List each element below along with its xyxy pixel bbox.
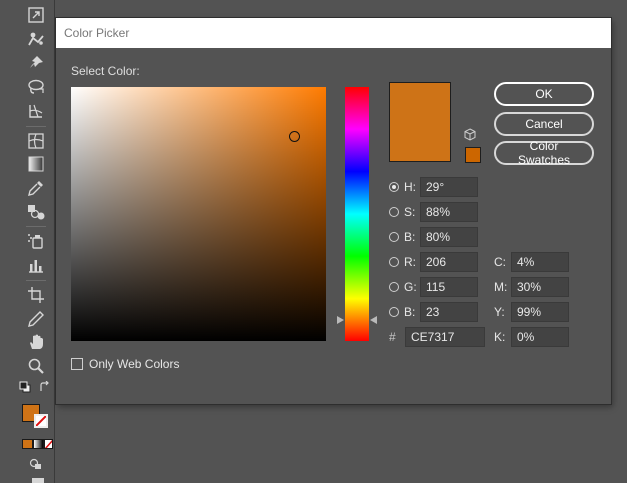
green-row: G: 115	[389, 277, 478, 297]
color-swatches-button[interactable]: Color Swatches	[494, 139, 594, 167]
screen-mode-icon[interactable]	[32, 478, 44, 483]
magenta-field[interactable]: 30%	[511, 277, 569, 297]
swap-colors-icon[interactable]	[38, 380, 52, 394]
cyan-row: C: 4%	[494, 252, 569, 272]
hand-icon[interactable]	[24, 331, 48, 353]
symbol-sprayer-icon[interactable]	[24, 230, 48, 252]
hex-field[interactable]: CE7317	[405, 327, 485, 347]
only-web-colors-checkbox[interactable]	[71, 358, 83, 370]
only-web-colors-label: Only Web Colors	[89, 357, 180, 371]
saturation-label: S:	[404, 205, 416, 219]
only-web-colors-option[interactable]: Only Web Colors	[71, 357, 179, 371]
web-safe-color-swatch[interactable]	[465, 147, 481, 163]
hue-row: H: 29°	[389, 177, 478, 197]
color-cursor[interactable]	[289, 131, 300, 142]
pin-icon[interactable]	[24, 52, 48, 74]
brightness-field[interactable]: 80%	[420, 227, 478, 247]
black-field[interactable]: 0%	[511, 327, 569, 347]
hue-radio[interactable]	[389, 182, 399, 192]
mesh-icon[interactable]	[24, 100, 48, 122]
blend-icon[interactable]	[24, 201, 48, 223]
saturation-radio[interactable]	[389, 207, 399, 217]
blue-field[interactable]: 23	[420, 302, 478, 322]
puppet-warp-icon[interactable]	[24, 28, 48, 50]
free-transform-icon[interactable]	[24, 4, 48, 26]
saturation-field[interactable]: 88%	[420, 202, 478, 222]
hex-label: #	[389, 330, 396, 344]
gradient-mode-icon[interactable]	[33, 439, 44, 449]
black-label: K:	[494, 330, 506, 344]
hue-slider-handle-right[interactable]	[370, 316, 377, 324]
red-label: R:	[404, 255, 416, 269]
default-colors-icon[interactable]	[18, 380, 32, 394]
yellow-field[interactable]: 99%	[511, 302, 569, 322]
saturation-brightness-field[interactable]	[71, 87, 326, 341]
column-graph-icon[interactable]	[24, 254, 48, 276]
brightness-radio[interactable]	[389, 232, 399, 242]
hue-field[interactable]: 29°	[420, 177, 478, 197]
stroke-none-swatch[interactable]	[34, 414, 48, 428]
hue-slider[interactable]	[345, 87, 369, 341]
hue-slider-handle-left[interactable]	[337, 316, 344, 324]
new-color-preview	[389, 82, 451, 162]
black-row: K: 0%	[494, 327, 569, 347]
gradient-mesh-icon[interactable]	[24, 130, 48, 152]
yellow-row: Y: 99%	[494, 302, 569, 322]
red-radio[interactable]	[389, 257, 399, 267]
saturation-row: S: 88%	[389, 202, 478, 222]
ok-button[interactable]: OK	[494, 82, 594, 106]
yellow-label: Y:	[494, 305, 505, 319]
blue-row: B: 23	[389, 302, 478, 322]
magenta-row: M: 30%	[494, 277, 569, 297]
drawing-mode-icon[interactable]	[26, 456, 46, 472]
blue-radio[interactable]	[389, 307, 399, 317]
red-field[interactable]: 206	[420, 252, 478, 272]
cancel-button[interactable]: Cancel	[494, 112, 594, 136]
tools-panel	[0, 0, 55, 483]
eyedropper-icon[interactable]	[24, 177, 48, 199]
hue-label: H:	[404, 180, 416, 194]
cyan-label: C:	[494, 255, 506, 269]
brightness-row: B: 80%	[389, 227, 478, 247]
none-mode-icon[interactable]	[44, 439, 53, 449]
cyan-field[interactable]: 4%	[511, 252, 569, 272]
select-color-label: Select Color:	[71, 64, 140, 78]
green-label: G:	[404, 280, 417, 294]
zoom-icon[interactable]	[24, 355, 48, 377]
green-radio[interactable]	[389, 282, 399, 292]
dialog-title-bar[interactable]: Color Picker	[56, 18, 611, 48]
lasso-icon[interactable]	[24, 76, 48, 98]
magenta-label: M:	[494, 280, 508, 294]
brightness-label: B:	[404, 230, 416, 244]
green-field[interactable]: 115	[420, 277, 478, 297]
artboard-icon[interactable]	[24, 284, 48, 306]
slice-icon[interactable]	[24, 308, 48, 330]
hex-row: # CE7317	[389, 327, 485, 347]
red-row: R: 206	[389, 252, 478, 272]
web-safe-cube-icon[interactable]	[464, 128, 476, 144]
color-picker-dialog: Color Picker Select Color: Only Web Colo…	[56, 18, 611, 404]
color-mode-icon[interactable]	[22, 439, 33, 449]
blue-label: B:	[404, 305, 416, 319]
gradient-icon[interactable]	[24, 153, 48, 175]
dialog-title: Color Picker	[64, 26, 130, 40]
